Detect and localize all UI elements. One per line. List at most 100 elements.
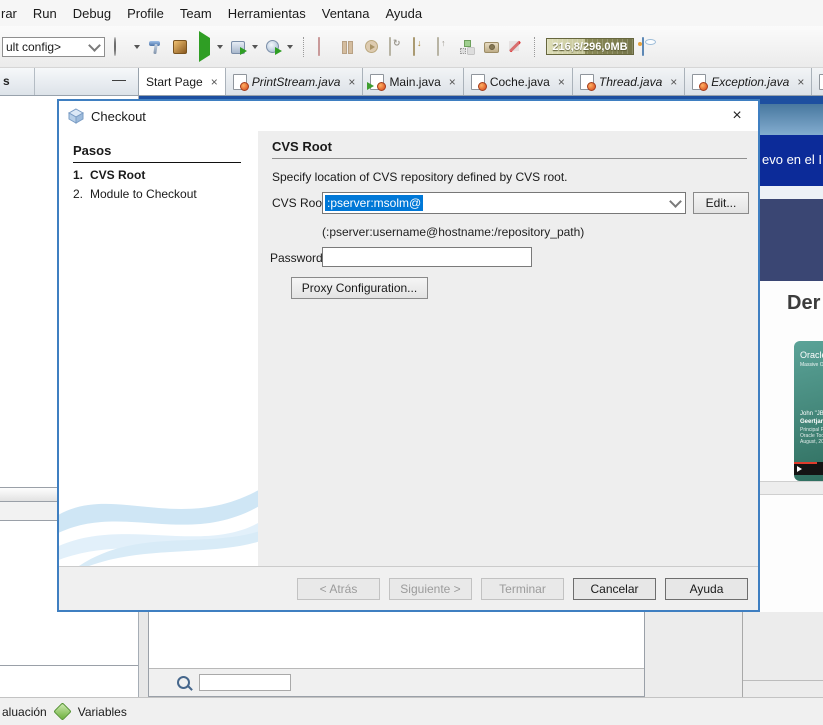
menu-item-team[interactable]: Team — [172, 6, 220, 21]
password-field[interactable] — [322, 247, 532, 267]
cvs-root-combo[interactable]: :pserver:msolm@ — [322, 192, 686, 214]
close-icon[interactable]: × — [727, 107, 747, 127]
cvs-root-value: :pserver:msolm@ — [325, 195, 423, 211]
threads-icon[interactable] — [459, 38, 476, 55]
wizard-content-panel: CVS Root Specify location of CVS reposit… — [258, 131, 758, 566]
proxy-configuration-button[interactable]: Proxy Configuration... — [291, 277, 428, 299]
tab-label: PrintStream.java — [252, 75, 341, 89]
dialog-title: Checkout — [91, 109, 146, 124]
edit-button[interactable]: Edit... — [693, 192, 749, 214]
wizard-steps-panel: Pasos 1. CVS Root 2. Module to Checkout — [59, 131, 258, 566]
close-icon[interactable]: × — [449, 75, 456, 89]
menu-bar: rar Run Debug Profile Team Herramientas … — [0, 0, 823, 26]
cancel-button[interactable]: Cancelar — [573, 578, 656, 600]
bottom-right-panel — [645, 612, 823, 697]
close-icon[interactable]: × — [670, 75, 677, 89]
video-line: Geertjan W — [800, 419, 823, 425]
apply-code-changes-icon[interactable]: ↻ — [387, 38, 404, 55]
menu-item-profile[interactable]: Profile — [119, 6, 172, 21]
step-label: Module to Checkout — [90, 187, 197, 201]
divider — [743, 680, 823, 681]
back-button[interactable]: < Atrás — [297, 578, 380, 600]
config-combo-value: ult config> — [6, 40, 61, 54]
memory-text: 216,8/296,0MB — [552, 41, 627, 53]
push-glyph: ↓ — [413, 37, 415, 56]
debug-dropdown-icon[interactable] — [252, 45, 258, 49]
memory-indicator[interactable]: 216,8/296,0MB — [546, 38, 634, 55]
cvs-root-label: CVS Root: — [272, 196, 329, 210]
continue-icon[interactable] — [363, 38, 380, 55]
pull-icon[interactable]: ↑ — [435, 38, 452, 55]
menu-item-herramientas[interactable]: Herramientas — [220, 6, 314, 21]
clean-build-icon[interactable] — [171, 38, 188, 55]
pause-icon[interactable] — [339, 38, 356, 55]
garbage-collect-icon[interactable] — [641, 38, 658, 55]
video-subtitle: Massive O — [800, 362, 823, 368]
tab-label: Exception.java — [711, 75, 789, 89]
pull-glyph: ↑ — [437, 37, 439, 56]
tab-main-java[interactable]: Main.java × — [363, 68, 463, 95]
tab-thread-java[interactable]: Thread.java × — [573, 68, 685, 95]
tab-label: Coche.java — [490, 75, 550, 89]
run-project-icon[interactable] — [195, 38, 212, 55]
startpage-section-heading: Der — [787, 292, 820, 315]
content-heading: CVS Root — [272, 139, 332, 154]
apply-glyph: ↻ — [389, 37, 391, 56]
close-icon[interactable]: × — [348, 75, 355, 89]
no-snapshot-icon[interactable] — [507, 38, 524, 55]
dialog-title-bar[interactable]: Checkout — [59, 101, 758, 131]
menu-item-run[interactable]: Run — [25, 6, 65, 21]
chevron-down-icon[interactable] — [669, 195, 682, 208]
close-icon[interactable]: × — [211, 75, 218, 89]
step-cvs-root: 1. CVS Root — [73, 168, 258, 182]
close-icon[interactable]: × — [558, 75, 565, 89]
wizard-watermark-swoosh — [59, 466, 258, 566]
step-module-to-checkout: 2. Module to Checkout — [73, 187, 258, 201]
finish-button[interactable]: Terminar — [481, 578, 564, 600]
menu-item-fragment[interactable]: rar — [0, 6, 25, 21]
push-icon[interactable]: ↓ — [411, 38, 428, 55]
java-file-icon — [233, 74, 247, 90]
help-button[interactable]: Ayuda — [665, 578, 748, 600]
tab-variables[interactable]: Variables — [78, 705, 127, 719]
debug-project-icon[interactable] — [230, 38, 247, 55]
profile-dropdown-icon[interactable] — [287, 45, 293, 49]
globe-icon[interactable] — [112, 38, 129, 55]
snapshot-camera-icon[interactable] — [483, 38, 500, 55]
left-panel-header: s — — [0, 68, 139, 95]
dialog-button-bar: < Atrás Siguiente > Terminar Cancelar Ay… — [59, 566, 758, 610]
step-label: CVS Root — [90, 168, 145, 182]
menu-item-ventana[interactable]: Ventana — [314, 6, 378, 21]
video-line: August, 2015 — [800, 439, 823, 445]
startpage-video-thumbnail[interactable]: Oracle Massive O John "JB" B Geertjan W … — [794, 341, 823, 481]
netbeans-cube-icon — [68, 108, 84, 124]
java-file-icon — [692, 74, 706, 90]
minimize-icon[interactable]: — — [112, 71, 126, 87]
tab-coche-java[interactable]: Coche.java × — [464, 68, 573, 95]
stop-icon[interactable] — [315, 38, 332, 55]
tab-start-page[interactable]: Start Page × — [139, 68, 226, 95]
menu-item-ayuda[interactable]: Ayuda — [377, 6, 430, 21]
java-main-file-icon — [370, 74, 384, 90]
globe-dropdown-icon[interactable] — [134, 45, 140, 49]
profile-project-icon[interactable] — [265, 38, 282, 55]
left-panel-tab-fragment[interactable]: s — [3, 74, 10, 88]
tab-printstream-java[interactable]: PrintStream.java × — [226, 68, 364, 95]
tab-label: Main.java — [389, 75, 440, 89]
close-icon[interactable]: × — [797, 75, 804, 89]
tab-evaluacion[interactable]: aluación — [2, 705, 47, 719]
menu-item-debug[interactable]: Debug — [65, 6, 119, 21]
config-combo[interactable]: ult config> — [2, 37, 105, 57]
stop-glyph — [318, 37, 320, 56]
editor-tab-row: s — Start Page × PrintStream.java × Main… — [0, 68, 823, 96]
java-file-icon — [580, 74, 594, 90]
output-panel — [148, 612, 645, 697]
tab-exception-java[interactable]: Exception.java × — [685, 68, 812, 95]
run-dropdown-icon[interactable] — [217, 45, 223, 49]
tab-object-java[interactable]: Obj — [812, 68, 823, 95]
build-hammer-icon[interactable] — [147, 38, 164, 55]
next-button[interactable]: Siguiente > — [389, 578, 472, 600]
divider — [34, 68, 35, 95]
video-controls-bar[interactable] — [794, 462, 823, 475]
search-input[interactable] — [199, 674, 291, 691]
